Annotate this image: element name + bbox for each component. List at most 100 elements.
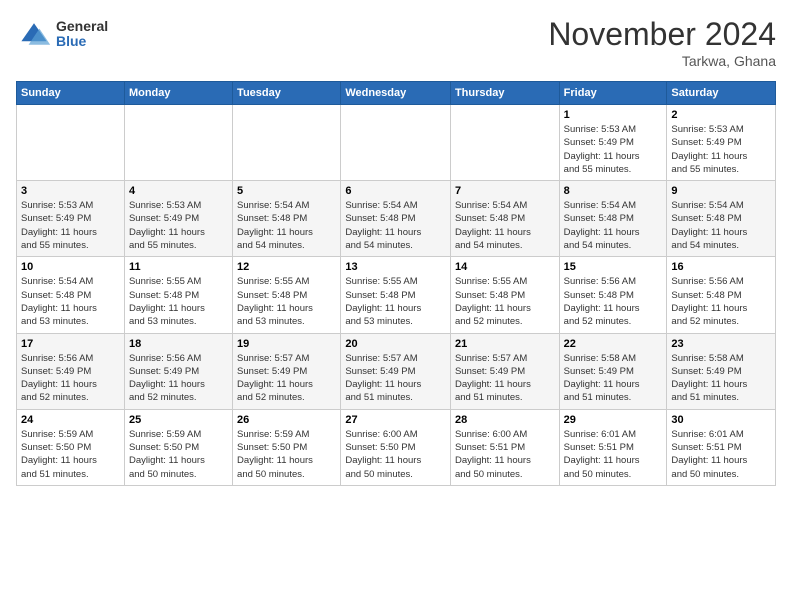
day-info: Sunrise: 5:58 AM Sunset: 5:49 PM Dayligh… — [671, 352, 771, 405]
day-info: Sunrise: 5:54 AM Sunset: 5:48 PM Dayligh… — [237, 199, 336, 252]
header-day: Monday — [124, 82, 232, 105]
calendar-cell — [17, 105, 125, 181]
day-number: 21 — [455, 338, 555, 350]
day-info: Sunrise: 5:57 AM Sunset: 5:49 PM Dayligh… — [237, 352, 336, 405]
calendar-cell — [233, 105, 341, 181]
calendar-cell: 5 Sunrise: 5:54 AM Sunset: 5:48 PM Daylig… — [233, 181, 341, 257]
day-number: 14 — [455, 261, 555, 273]
day-info: Sunrise: 5:57 AM Sunset: 5:49 PM Dayligh… — [455, 352, 555, 405]
day-number: 27 — [345, 414, 446, 426]
day-number: 25 — [129, 414, 228, 426]
header-day: Thursday — [450, 82, 559, 105]
day-number: 28 — [455, 414, 555, 426]
day-number: 5 — [237, 185, 336, 197]
day-info: Sunrise: 5:54 AM Sunset: 5:48 PM Dayligh… — [671, 199, 771, 252]
day-number: 9 — [671, 185, 771, 197]
day-number: 20 — [345, 338, 446, 350]
day-info: Sunrise: 6:00 AM Sunset: 5:50 PM Dayligh… — [345, 428, 446, 481]
day-number: 22 — [564, 338, 663, 350]
header-day: Saturday — [667, 82, 776, 105]
day-number: 17 — [21, 338, 120, 350]
day-info: Sunrise: 5:57 AM Sunset: 5:49 PM Dayligh… — [345, 352, 446, 405]
calendar-cell — [341, 105, 451, 181]
calendar-cell: 2Sunrise: 5:53 AM Sunset: 5:49 PM Daylig… — [667, 105, 776, 181]
day-number: 12 — [237, 261, 336, 273]
calendar-cell: 4 Sunrise: 5:53 AM Sunset: 5:49 PM Daylig… — [124, 181, 232, 257]
day-number: 13 — [345, 261, 446, 273]
calendar-cell: 18 Sunrise: 5:56 AM Sunset: 5:49 PM Dayli… — [124, 333, 232, 409]
logo-blue: Blue — [56, 34, 108, 49]
calendar-cell: 25Sunrise: 5:59 AM Sunset: 5:50 PM Dayli… — [124, 409, 232, 485]
calendar-cell: 17 Sunrise: 5:56 AM Sunset: 5:49 PM Dayli… — [17, 333, 125, 409]
calendar-cell: 20 Sunrise: 5:57 AM Sunset: 5:49 PM Dayli… — [341, 333, 451, 409]
day-number: 8 — [564, 185, 663, 197]
day-info: Sunrise: 5:56 AM Sunset: 5:48 PM Dayligh… — [564, 275, 663, 328]
day-info: Sunrise: 5:54 AM Sunset: 5:48 PM Dayligh… — [345, 199, 446, 252]
day-info: Sunrise: 5:53 AM Sunset: 5:49 PM Dayligh… — [21, 199, 120, 252]
calendar-cell: 10 Sunrise: 5:54 AM Sunset: 5:48 PM Dayli… — [17, 257, 125, 333]
calendar-cell: 19 Sunrise: 5:57 AM Sunset: 5:49 PM Dayli… — [233, 333, 341, 409]
day-info: Sunrise: 6:00 AM Sunset: 5:51 PM Dayligh… — [455, 428, 555, 481]
calendar-body: 1 Sunrise: 5:53 AM Sunset: 5:49 PM Daylig… — [17, 105, 776, 486]
calendar-week-row: 24 Sunrise: 5:59 AM Sunset: 5:50 PM Dayli… — [17, 409, 776, 485]
calendar-header: SundayMondayTuesdayWednesdayThursdayFrid… — [17, 82, 776, 105]
logo: General Blue — [16, 16, 108, 52]
day-number: 16 — [671, 261, 771, 273]
calendar-cell: 16 Sunrise: 5:56 AM Sunset: 5:48 PM Dayli… — [667, 257, 776, 333]
page-header: General Blue November 2024 Tarkwa, Ghana — [16, 16, 776, 69]
day-info: Sunrise: 5:59 AM Sunset: 5:50 PM Dayligh… — [21, 428, 120, 481]
day-info: Sunrise: 5:54 AM Sunset: 5:48 PM Dayligh… — [21, 275, 120, 328]
day-number: 3 — [21, 185, 120, 197]
day-info: Sunrise: 5:53 AM Sunset: 5:49 PM Dayligh… — [129, 199, 228, 252]
header-day: Sunday — [17, 82, 125, 105]
calendar-cell: 3 Sunrise: 5:53 AM Sunset: 5:49 PM Daylig… — [17, 181, 125, 257]
logo-text: General Blue — [56, 19, 108, 50]
logo-general: General — [56, 19, 108, 34]
day-info: Sunrise: 6:01 AM Sunset: 5:51 PM Dayligh… — [671, 428, 771, 481]
location: Tarkwa, Ghana — [548, 53, 776, 69]
day-number: 7 — [455, 185, 555, 197]
calendar-cell: 14Sunrise: 5:55 AM Sunset: 5:48 PM Dayli… — [450, 257, 559, 333]
calendar-cell: 12 Sunrise: 5:55 AM Sunset: 5:48 PM Dayli… — [233, 257, 341, 333]
calendar-cell: 7 Sunrise: 5:54 AM Sunset: 5:48 PM Daylig… — [450, 181, 559, 257]
day-info: Sunrise: 5:55 AM Sunset: 5:48 PM Dayligh… — [345, 275, 446, 328]
calendar-cell: 21 Sunrise: 5:57 AM Sunset: 5:49 PM Dayli… — [450, 333, 559, 409]
calendar-cell: 29 Sunrise: 6:01 AM Sunset: 5:51 PM Dayli… — [559, 409, 667, 485]
day-info: Sunrise: 5:55 AM Sunset: 5:48 PM Dayligh… — [237, 275, 336, 328]
calendar-cell: 11Sunrise: 5:55 AM Sunset: 5:48 PM Dayli… — [124, 257, 232, 333]
calendar-table: SundayMondayTuesdayWednesdayThursdayFrid… — [16, 81, 776, 486]
calendar-cell: 22Sunrise: 5:58 AM Sunset: 5:49 PM Dayli… — [559, 333, 667, 409]
day-info: Sunrise: 5:54 AM Sunset: 5:48 PM Dayligh… — [564, 199, 663, 252]
day-number: 30 — [671, 414, 771, 426]
day-number: 19 — [237, 338, 336, 350]
day-number: 6 — [345, 185, 446, 197]
day-info: Sunrise: 5:54 AM Sunset: 5:48 PM Dayligh… — [455, 199, 555, 252]
day-number: 29 — [564, 414, 663, 426]
title-block: November 2024 Tarkwa, Ghana — [548, 16, 776, 69]
day-info: Sunrise: 5:56 AM Sunset: 5:48 PM Dayligh… — [671, 275, 771, 328]
calendar-cell: 8 Sunrise: 5:54 AM Sunset: 5:48 PM Daylig… — [559, 181, 667, 257]
day-number: 4 — [129, 185, 228, 197]
day-number: 2 — [671, 109, 771, 121]
day-number: 18 — [129, 338, 228, 350]
day-number: 23 — [671, 338, 771, 350]
day-number: 11 — [129, 261, 228, 273]
calendar-cell: 28 Sunrise: 6:00 AM Sunset: 5:51 PM Dayli… — [450, 409, 559, 485]
day-number: 24 — [21, 414, 120, 426]
day-number: 26 — [237, 414, 336, 426]
day-info: Sunrise: 5:56 AM Sunset: 5:49 PM Dayligh… — [21, 352, 120, 405]
calendar-cell: 13 Sunrise: 5:55 AM Sunset: 5:48 PM Dayli… — [341, 257, 451, 333]
header-day: Wednesday — [341, 82, 451, 105]
calendar-cell: 26Sunrise: 5:59 AM Sunset: 5:50 PM Dayli… — [233, 409, 341, 485]
calendar-cell: 24 Sunrise: 5:59 AM Sunset: 5:50 PM Dayli… — [17, 409, 125, 485]
day-number: 1 — [564, 109, 663, 121]
day-info: Sunrise: 5:53 AM Sunset: 5:49 PM Dayligh… — [564, 123, 663, 176]
calendar-cell: 9 Sunrise: 5:54 AM Sunset: 5:48 PM Daylig… — [667, 181, 776, 257]
calendar-cell: 15Sunrise: 5:56 AM Sunset: 5:48 PM Dayli… — [559, 257, 667, 333]
calendar-cell: 6 Sunrise: 5:54 AM Sunset: 5:48 PM Daylig… — [341, 181, 451, 257]
day-number: 10 — [21, 261, 120, 273]
header-day: Tuesday — [233, 82, 341, 105]
calendar-week-row: 17 Sunrise: 5:56 AM Sunset: 5:49 PM Dayli… — [17, 333, 776, 409]
day-info: Sunrise: 5:56 AM Sunset: 5:49 PM Dayligh… — [129, 352, 228, 405]
day-info: Sunrise: 6:01 AM Sunset: 5:51 PM Dayligh… — [564, 428, 663, 481]
